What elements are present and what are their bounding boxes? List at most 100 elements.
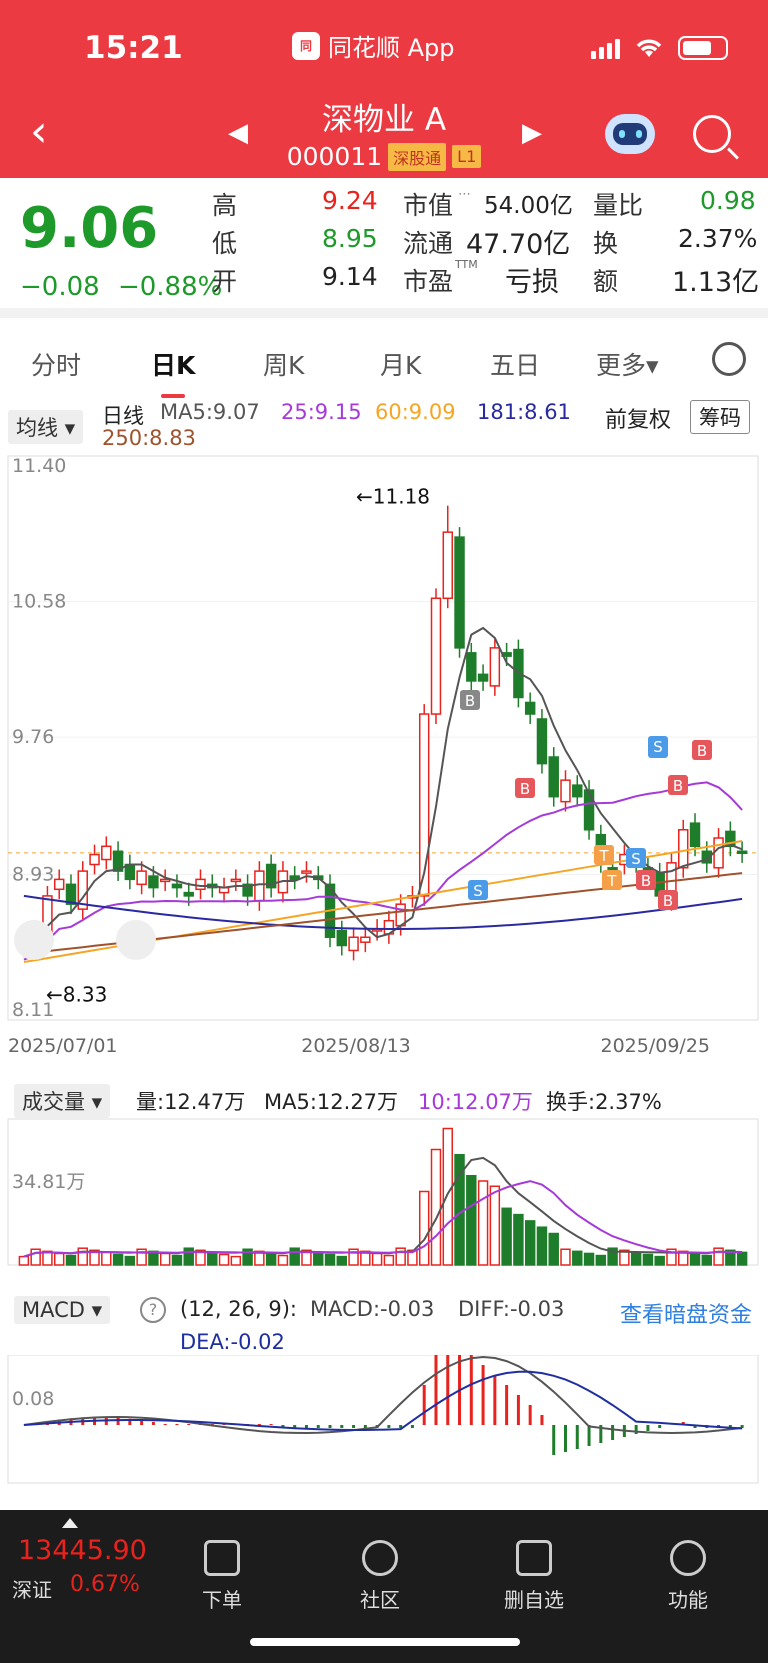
change-pct: −0.88% bbox=[117, 272, 223, 302]
index-pct: 0.67% bbox=[70, 1572, 140, 1597]
volume-frame bbox=[7, 1118, 759, 1266]
change-value: −0.08 bbox=[20, 272, 100, 302]
tab-five-day[interactable]: 五日 bbox=[490, 346, 540, 382]
low-value: 8.95 bbox=[322, 224, 378, 253]
adjust-toggle[interactable]: 前复权 bbox=[605, 402, 671, 434]
candle-body bbox=[171, 883, 183, 889]
pe-label: 市盈 bbox=[403, 267, 454, 296]
volume-turnover: 换手:2.37% bbox=[546, 1090, 662, 1114]
candle-body bbox=[442, 531, 453, 600]
macd-y-tick: 0.08 bbox=[12, 1388, 54, 1410]
period-tabs: 分时 日K 周K 月K 五日 更多▾ bbox=[0, 328, 768, 400]
candle-body bbox=[678, 829, 689, 869]
volume-bar bbox=[124, 1255, 136, 1266]
index-value[interactable]: 13445.90 bbox=[18, 1535, 147, 1566]
volume-bar bbox=[572, 1250, 583, 1266]
tab-weekly-k[interactable]: 周K bbox=[263, 346, 304, 382]
community-star-icon bbox=[362, 1540, 398, 1576]
status-app-name: 同花顺 App bbox=[328, 34, 455, 62]
volume-bar bbox=[159, 1252, 171, 1266]
x-axis-label: 2025/07/01 bbox=[8, 1035, 118, 1057]
volume-selector[interactable]: 成交量 ▾ bbox=[14, 1084, 111, 1118]
volume-bar bbox=[477, 1180, 489, 1266]
volume-bar bbox=[171, 1254, 183, 1266]
tab-monthly-k[interactable]: 月K bbox=[380, 346, 421, 382]
float-value: 47.70亿 bbox=[466, 229, 571, 260]
y-tick-label: 10.58 bbox=[12, 591, 66, 613]
stock-code-row: 000011 深股通 L1 bbox=[0, 142, 768, 171]
volume-bar bbox=[112, 1253, 124, 1266]
macd-selector[interactable]: MACD ▾ bbox=[14, 1296, 111, 1324]
volume-bar bbox=[277, 1254, 289, 1266]
mcap-value: 54.00亿 bbox=[484, 193, 573, 219]
high-label: 高 bbox=[212, 191, 238, 220]
volume-bar bbox=[501, 1207, 512, 1266]
nav-functions[interactable]: 功能 bbox=[638, 1540, 738, 1613]
candle-body bbox=[183, 891, 194, 897]
volume-ma10: 10:12.07万 bbox=[418, 1090, 533, 1114]
candle-body bbox=[713, 837, 724, 869]
index-name: 深证 bbox=[12, 1578, 52, 1602]
candle-body bbox=[360, 936, 371, 943]
volume-bar bbox=[548, 1232, 559, 1266]
y-tick-label: 9.76 bbox=[12, 726, 54, 748]
volume-bar bbox=[207, 1251, 218, 1266]
volume-bar bbox=[489, 1185, 501, 1266]
candle-body bbox=[583, 789, 595, 831]
info-icon[interactable]: ⋯ bbox=[458, 187, 471, 202]
dea-value: DEA:-0.02 bbox=[180, 1330, 285, 1354]
turn-label: 换 bbox=[593, 229, 619, 258]
macd-chart[interactable]: 0.08 bbox=[0, 1355, 768, 1485]
volume-bar bbox=[383, 1254, 395, 1266]
candle-body bbox=[689, 822, 701, 848]
nav-community[interactable]: 社区 bbox=[330, 1540, 430, 1613]
nav-remove-watch[interactable]: 删自选 bbox=[484, 1540, 584, 1613]
home-indicator bbox=[250, 1638, 520, 1646]
low-note: ←8.33 bbox=[46, 983, 107, 1007]
volume-bar bbox=[101, 1251, 112, 1266]
candle-body bbox=[301, 870, 312, 874]
search-icon[interactable] bbox=[693, 115, 731, 153]
volume-bar bbox=[736, 1251, 748, 1266]
candle-body bbox=[560, 779, 571, 803]
volume-bar bbox=[265, 1252, 277, 1266]
candle-body bbox=[101, 845, 112, 861]
trade-marker-label: S bbox=[653, 738, 663, 756]
ma-selector[interactable]: 均线 ▾ bbox=[8, 410, 84, 444]
trade-marker-label: B bbox=[465, 692, 475, 710]
candle-body bbox=[430, 597, 442, 715]
low-label: 低 bbox=[212, 229, 238, 258]
dark-pool-link[interactable]: 查看暗盘资金 bbox=[620, 1297, 752, 1329]
tab-fenshi[interactable]: 分时 bbox=[31, 346, 81, 382]
diff-line bbox=[23, 1355, 743, 1435]
open-label: 开 bbox=[212, 267, 238, 296]
macd-help-icon[interactable]: ? bbox=[140, 1297, 166, 1323]
y-tick-label: 8.93 bbox=[12, 863, 54, 885]
candle-body bbox=[548, 756, 559, 798]
x-axis-label: 2025/09/25 bbox=[600, 1035, 710, 1057]
volume-bar bbox=[513, 1213, 524, 1266]
nav-order[interactable]: 下单 bbox=[172, 1540, 272, 1613]
volume-chart[interactable]: 34.81万 bbox=[0, 1115, 768, 1275]
ma5-line bbox=[23, 626, 743, 947]
tab-more[interactable]: 更多▾ bbox=[596, 346, 659, 382]
assistant-robot-icon[interactable] bbox=[605, 114, 655, 154]
amt-label: 额 bbox=[593, 267, 619, 296]
volume-bar bbox=[313, 1251, 324, 1266]
price-change: −0.08 −0.88% bbox=[20, 272, 222, 302]
menu-list-icon bbox=[670, 1540, 706, 1576]
volume-bar bbox=[466, 1175, 477, 1266]
kline-chart[interactable]: 11.4010.589.768.938.11←11.18←8.33BBSSTTS… bbox=[0, 450, 768, 1070]
nav-remove-label: 删自选 bbox=[504, 1588, 564, 1612]
tab-daily-k[interactable]: 日K bbox=[151, 346, 195, 398]
volume-bar bbox=[442, 1127, 453, 1266]
macd-frame bbox=[7, 1355, 759, 1484]
vr-value: 0.98 bbox=[700, 186, 756, 215]
chip-distribution-button[interactable]: 筹码 bbox=[690, 400, 750, 434]
candle-body bbox=[524, 701, 536, 715]
trade-marker-label: B bbox=[697, 742, 707, 760]
volume-bar bbox=[418, 1190, 430, 1266]
trade-marker-label: S bbox=[473, 882, 483, 900]
settings-gear-icon[interactable] bbox=[712, 342, 746, 376]
volume-bar bbox=[218, 1253, 230, 1266]
